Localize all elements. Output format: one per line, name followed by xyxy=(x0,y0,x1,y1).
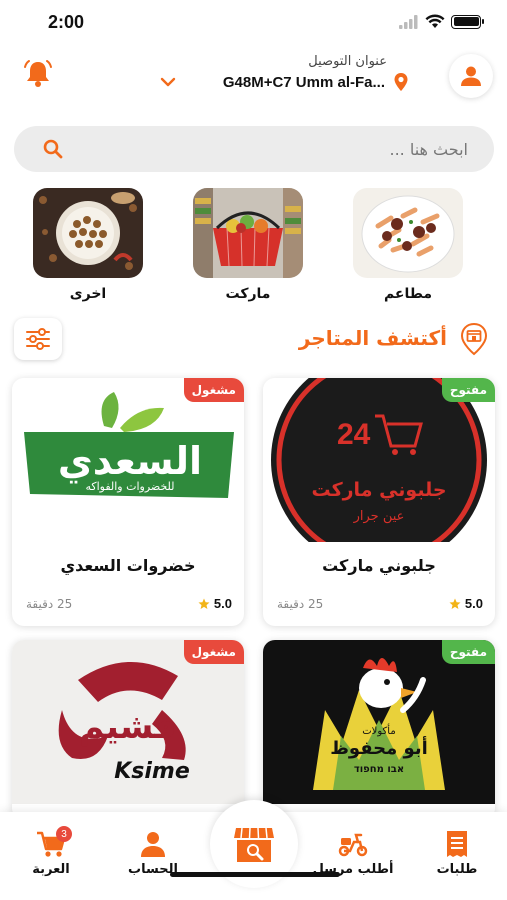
store-rating: 5.0 xyxy=(449,596,483,611)
category-label: ماركت xyxy=(225,286,271,302)
store-card-ksime[interactable]: قشيم Ksime مشغول xyxy=(12,640,244,820)
store-logo-abu-mahfouz: مأكولات أبو محفوظ אבו מחפוד xyxy=(263,640,495,804)
nav-orders[interactable]: طلبات xyxy=(412,830,502,877)
category-market[interactable]: ماركت xyxy=(192,188,304,302)
battery-icon xyxy=(451,14,484,29)
logo-line1: جلبوني ماركت xyxy=(311,479,446,501)
location-pin-icon xyxy=(394,73,408,91)
cart-count-badge: 3 xyxy=(56,826,72,842)
header: عنوان التوصيل G48M+C7 Umm al-Fa... xyxy=(0,46,507,108)
user-icon xyxy=(461,66,481,86)
delivery-time: 25 دقيقة xyxy=(26,597,73,611)
discover-stores-header: أكتشف المتاجر xyxy=(0,318,507,362)
store-meta: 5.0 25 دقيقة xyxy=(263,596,495,616)
delivery-address-label: عنوان التوصيل xyxy=(308,54,387,69)
bottom-navigation: طلبات أطلب مرسل الحساب 3 العربة xyxy=(0,800,507,900)
star-icon xyxy=(449,598,461,609)
store-logo-ksime: قشيم Ksime xyxy=(12,640,244,804)
logo-line2: Ksime xyxy=(114,759,190,784)
logo-line2: للخضروات والفواكه xyxy=(85,480,174,493)
wifi-icon xyxy=(425,14,445,28)
store-logo-saadi: السعدي للخضروات والفواكه xyxy=(12,378,244,542)
category-label: مطاعم xyxy=(383,286,433,302)
delivery-address[interactable]: G48M+C7 Umm al-Fa... xyxy=(223,72,411,92)
sliders-icon xyxy=(26,328,50,350)
store-logo-jalbouni: 24 جلبوني ماركت عين جرار xyxy=(263,378,495,542)
market-image xyxy=(193,188,303,278)
restaurants-image xyxy=(353,188,463,278)
nav-cart[interactable]: 3 العربة xyxy=(6,826,96,877)
store-card-jalbouni[interactable]: 24 جلبوني ماركت عين جرار مفتوح جلبوني ما… xyxy=(263,378,495,626)
status-bar: 2:00 xyxy=(0,0,507,44)
delivery-time: 25 دقيقة xyxy=(277,597,324,611)
store-meta: 5.0 25 دقيقة xyxy=(12,596,244,616)
logo-line1: قشيم xyxy=(79,707,176,747)
home-indicator xyxy=(170,872,340,877)
rating-value: 5.0 xyxy=(213,596,232,611)
nav-courier[interactable]: أطلب مرسل xyxy=(308,830,398,877)
nav-label: طلبات xyxy=(436,862,478,877)
store-name: خضروات السعدي xyxy=(60,556,196,575)
logo-number: 24 xyxy=(337,418,371,451)
bell-icon xyxy=(24,60,52,87)
categories-row: مطاعم ماركت اخرى xyxy=(0,188,507,308)
status-time: 2:00 xyxy=(48,12,85,32)
profile-button[interactable] xyxy=(449,54,493,98)
filter-button[interactable] xyxy=(14,318,62,360)
store-rating: 5.0 xyxy=(198,596,232,611)
signal-icon xyxy=(399,14,418,29)
receipt-icon xyxy=(447,831,467,857)
scooter-icon xyxy=(338,833,368,857)
logo-line2: عين جرار xyxy=(353,509,405,524)
status-badge: مشغول xyxy=(183,378,244,402)
status-icons xyxy=(399,14,484,29)
store-search-icon xyxy=(234,827,274,862)
store-card-abu-mahfouz[interactable]: مأكولات أبو محفوظ אבו מחפוד مفتوح xyxy=(263,640,495,820)
status-badge: مشغول xyxy=(183,640,244,664)
logo-line2: أبو محفوظ xyxy=(330,736,428,759)
store-location-icon xyxy=(460,322,488,356)
notifications-button[interactable] xyxy=(20,56,56,92)
store-card-saadi[interactable]: السعدي للخضروات والفواكه مشغول خضروات ال… xyxy=(12,378,244,626)
search-icon[interactable] xyxy=(42,138,64,160)
logo-line1: السعدي xyxy=(58,439,202,483)
status-badge: مفتوح xyxy=(441,378,495,402)
star-icon xyxy=(198,598,210,609)
category-label: اخرى xyxy=(69,286,107,302)
nav-label: العربة xyxy=(32,862,70,877)
search-input[interactable] xyxy=(74,126,494,172)
logo-line1: مأكولات xyxy=(362,723,395,737)
chevron-down-icon[interactable] xyxy=(158,72,178,92)
user-icon xyxy=(141,832,165,857)
store-name: جلبوني ماركت xyxy=(322,556,436,575)
rating-value: 5.0 xyxy=(464,596,483,611)
nav-account[interactable]: الحساب xyxy=(108,830,198,877)
search-bar xyxy=(14,126,494,172)
logo-line3: אבו מחפוד xyxy=(354,764,404,775)
category-other[interactable]: اخرى xyxy=(32,188,144,302)
category-restaurants[interactable]: مطاعم xyxy=(352,188,464,302)
other-image xyxy=(33,188,143,278)
status-badge: مفتوح xyxy=(441,640,495,664)
delivery-address-value: G48M+C7 Umm al-Fa... xyxy=(222,73,385,91)
section-title: أكتشف المتاجر xyxy=(298,326,447,350)
